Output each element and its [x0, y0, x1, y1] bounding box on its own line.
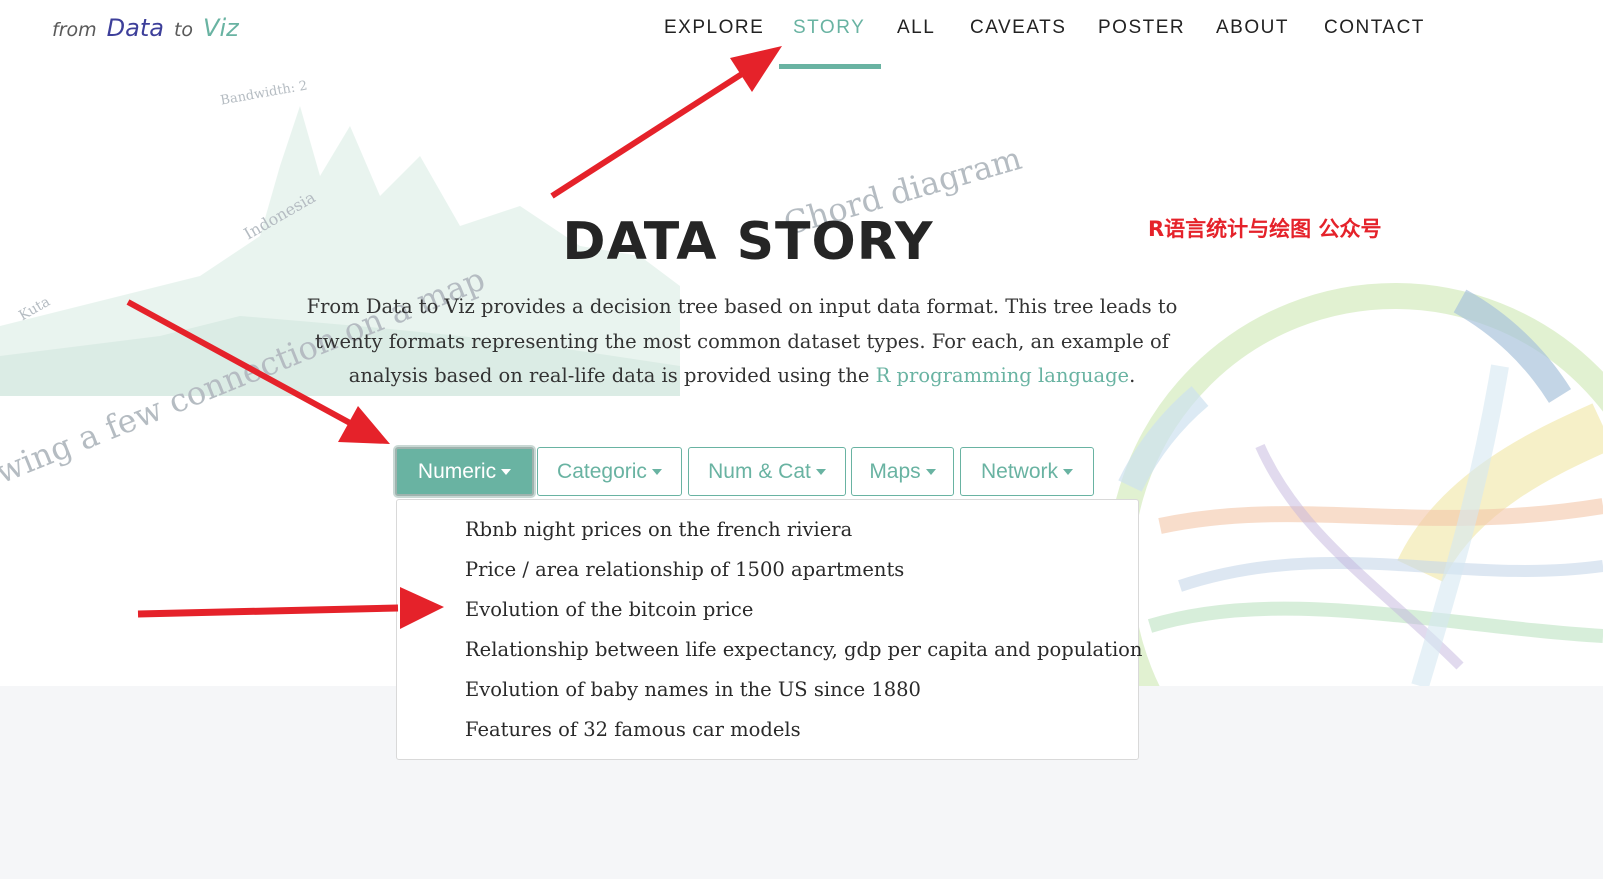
nav-poster[interactable]: POSTER [1098, 17, 1185, 39]
categoric-button-label: Categoric [557, 459, 647, 483]
intro-period: . [1129, 364, 1136, 387]
caret-down-icon [651, 468, 662, 475]
nav-contact[interactable]: CONTACT [1324, 17, 1425, 39]
maps-button-label: Maps [869, 459, 921, 483]
dropdown-item-apartments[interactable]: Price / area relationship of 1500 apartm… [465, 558, 904, 581]
intro-paragraph: From Data to Viz provides a decision tre… [282, 290, 1202, 394]
maps-dropdown-button[interactable]: Maps [851, 447, 954, 496]
dropdown-item-baby-names[interactable]: Evolution of baby names in the US since … [465, 678, 921, 701]
nav-all[interactable]: ALL [897, 17, 935, 39]
network-dropdown-button[interactable]: Network [960, 447, 1094, 496]
nav-about[interactable]: ABOUT [1216, 17, 1289, 39]
categoric-dropdown-button[interactable]: Categoric [537, 447, 682, 496]
dropdown-item-rbnb[interactable]: Rbnb night prices on the french riviera [465, 518, 852, 541]
nav-caveats[interactable]: CAVEATS [970, 17, 1066, 39]
nav-explore[interactable]: EXPLORE [664, 17, 764, 39]
top-navigation: EXPLORE STORY ALL CAVEATS POSTER ABOUT C… [0, 0, 1603, 69]
nav-active-indicator [779, 64, 881, 69]
caret-down-icon [501, 468, 512, 475]
dropdown-item-life-expectancy[interactable]: Relationship between life expectancy, gd… [465, 638, 1142, 661]
num-cat-dropdown-button[interactable]: Num & Cat [688, 447, 846, 496]
numeric-dropdown-menu: Rbnb night prices on the french riviera … [396, 499, 1142, 760]
r-language-link[interactable]: R programming language [876, 364, 1129, 387]
dropdown-item-bitcoin[interactable]: Evolution of the bitcoin price [465, 598, 753, 621]
num-cat-button-label: Num & Cat [708, 459, 811, 483]
caret-down-icon [925, 468, 936, 475]
network-button-label: Network [980, 459, 1059, 483]
watermark-label: R语言统计与绘图 公众号 [1148, 217, 1382, 241]
caret-down-icon [815, 468, 826, 475]
dropdown-item-car-models[interactable]: Features of 32 famous car models [465, 718, 801, 741]
nav-story[interactable]: STORY [793, 17, 865, 39]
caret-down-icon [1063, 468, 1074, 475]
numeric-button-label: Numeric [417, 459, 497, 483]
numeric-dropdown-button[interactable]: Numeric [395, 447, 534, 496]
